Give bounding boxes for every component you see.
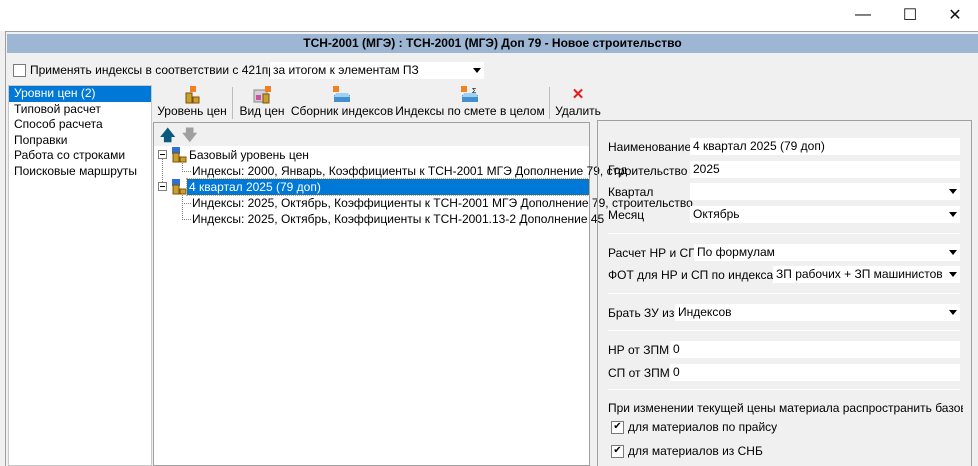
calc-select[interactable]: По формулам	[694, 244, 960, 261]
chevron-down-icon	[949, 272, 957, 277]
delete-button[interactable]: ✕ Удалить	[555, 85, 601, 121]
toolbar: Уровень цен Вид цен Сборник индексов Σ И…	[153, 85, 601, 121]
close-button[interactable]: ✕	[932, 0, 978, 30]
divider	[608, 330, 960, 331]
calc-value: По формулам	[697, 245, 775, 259]
sidebar-item-search-routes[interactable]: Поисковые маршруты	[9, 164, 151, 180]
price-level-icon	[185, 86, 200, 104]
year-label: Год	[608, 163, 628, 177]
name-input[interactable]: 4 квартал 2025 (79 доп)	[690, 138, 960, 155]
price-type-button[interactable]: Вид цен	[239, 85, 285, 121]
price-level-node-icon	[172, 147, 187, 163]
quarter-label: Квартал	[608, 185, 654, 199]
apply-indexes-row: Применять индексы в соответствии с 421пр	[13, 63, 275, 77]
divider	[608, 293, 960, 294]
sidebar-item-corrections[interactable]: Поправки	[9, 133, 151, 149]
estimate-indexes-icon: Σ	[461, 86, 478, 102]
toolbar-separator	[549, 87, 550, 119]
zu-label: Брать ЗУ из	[608, 306, 675, 320]
apply-indexes-label: Применять индексы в соответствии с 421пр	[30, 63, 275, 77]
fot-value: ЗП рабочих + ЗП машинистов	[776, 267, 943, 281]
estimate-indexes-button[interactable]: Σ Индексы по смете в целом	[395, 85, 545, 121]
price-type-icon	[253, 86, 271, 104]
apply-mode-select[interactable]: за итогом к элементам ПЗ	[270, 62, 484, 79]
name-label: Наименование	[608, 140, 692, 154]
snb-row: ✔ для материалов из СНБ	[611, 444, 763, 458]
price-level-button[interactable]: Уровень цен	[157, 85, 227, 121]
fot-label: ФОТ для НР и СП по индексам	[608, 268, 782, 282]
tree-node-index[interactable]: Индексы: 2025, Октябрь, Коэффициенты к Т…	[192, 211, 604, 227]
fot-select[interactable]: ЗП рабочих + ЗП машинистов	[773, 266, 960, 283]
sp-label: СП от ЗПМ	[608, 366, 670, 380]
chevron-down-icon	[949, 212, 957, 217]
minimize-button[interactable]: —	[840, 0, 886, 30]
price-levels-tree[interactable]: 🡅 🡇 Базовый уровень цен Индексы: 2000, Я…	[153, 122, 693, 466]
price-level-node-icon	[172, 179, 187, 195]
toolbar-separator	[232, 87, 233, 119]
zu-value: Индексов	[678, 305, 732, 319]
details-panel: Наименование 4 квартал 2025 (79 доп) Год…	[597, 120, 972, 466]
tree-toolbar: 🡅 🡇	[154, 123, 589, 146]
chevron-down-icon	[949, 250, 957, 255]
propagate-text: При изменении текущей цены материала рас…	[608, 401, 963, 415]
window-titlebar: — ☐ ✕	[0, 0, 978, 31]
year-input[interactable]: 2025	[690, 161, 960, 178]
sidebar-item-rows[interactable]: Работа со строками	[9, 148, 151, 164]
delete-icon: ✕	[571, 86, 585, 103]
chevron-down-icon	[949, 189, 957, 194]
index-collection-icon	[333, 86, 350, 102]
apply-mode-value: за итогом к элементам ПЗ	[273, 63, 419, 77]
chevron-down-icon	[949, 310, 957, 315]
tree-lines	[158, 150, 192, 220]
zu-select[interactable]: Индексов	[675, 304, 960, 321]
snb-label: для материалов из СНБ	[628, 444, 763, 458]
sidebar-item-typical-calc[interactable]: Типовой расчет	[9, 102, 151, 118]
sidebar-item-calc-method[interactable]: Способ расчета	[9, 117, 151, 133]
tree-node-q4-2025[interactable]: 4 квартал 2025 (79 доп)	[186, 178, 590, 196]
calc-label: Расчет НР и СП	[608, 246, 697, 260]
divider	[608, 233, 960, 234]
quarter-select[interactable]	[690, 183, 960, 200]
sidebar-item-price-levels[interactable]: Уровни цен (2)	[9, 86, 151, 102]
price-list-row: ✔ для материалов по прайсу	[611, 420, 777, 434]
month-label: Месяц	[608, 208, 645, 222]
sp-input[interactable]: 0	[670, 364, 960, 381]
maximize-button[interactable]: ☐	[887, 0, 933, 30]
snb-checkbox[interactable]: ✔	[611, 444, 624, 458]
price-list-checkbox[interactable]: ✔	[611, 420, 624, 434]
index-collection-button[interactable]: Сборник индексов	[291, 85, 393, 121]
tree-node-base-level[interactable]: Базовый уровень цен	[189, 147, 309, 163]
chevron-down-icon	[473, 68, 481, 73]
nr-input[interactable]: 0	[670, 341, 960, 358]
nr-label: НР от ЗПМ	[608, 343, 670, 357]
month-value: Октябрь	[693, 207, 740, 221]
month-select[interactable]: Октябрь	[690, 206, 960, 223]
apply-indexes-checkbox[interactable]	[13, 63, 26, 77]
dialog-caption: ТСН-2001 (МГЭ) : ТСН-2001 (МГЭ) Доп 79 -…	[7, 34, 978, 53]
sidebar: Уровни цен (2) Типовой расчет Способ рас…	[8, 85, 152, 466]
divider	[608, 389, 960, 390]
price-list-label: для материалов по прайсу	[628, 420, 778, 434]
